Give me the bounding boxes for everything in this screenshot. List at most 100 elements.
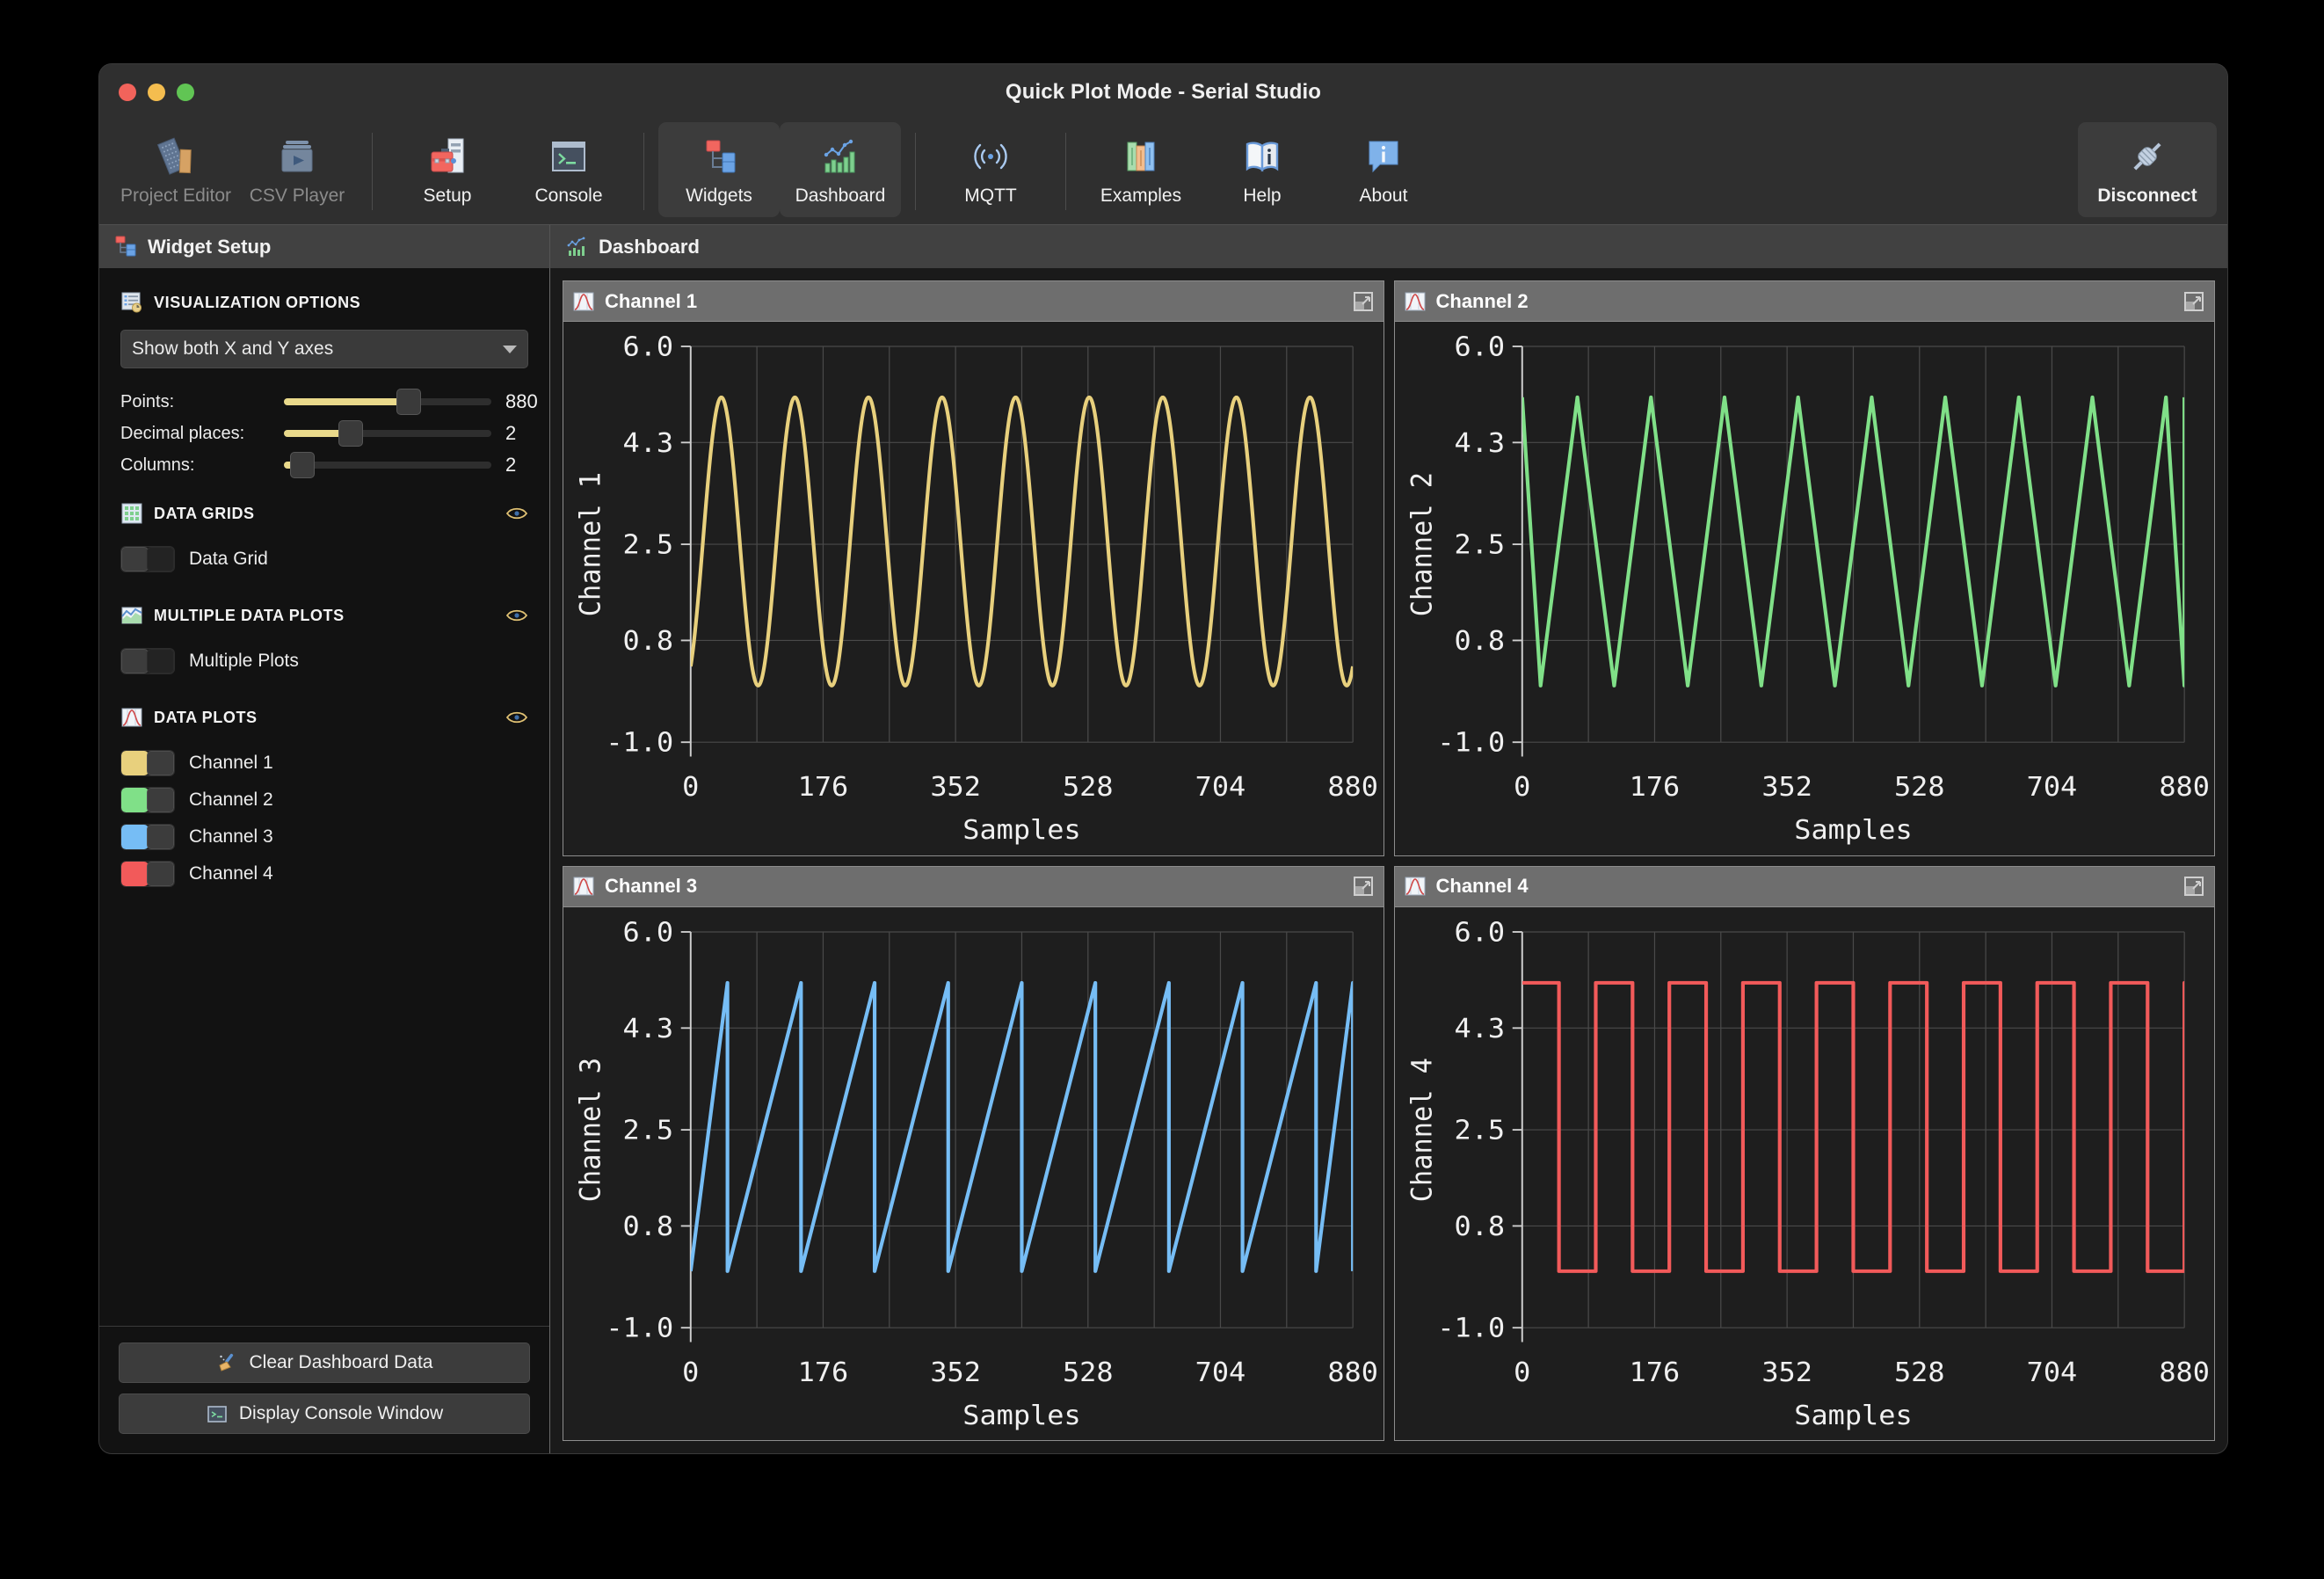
svg-text:6.0: 6.0	[623, 331, 674, 362]
sidebar-scroll-area[interactable]: VISUALIZATION OPTIONS Show both X and Y …	[99, 268, 549, 1326]
svg-text:6.0: 6.0	[623, 917, 674, 948]
widget-channel-4[interactable]: Channel 4 6.0 4.3 2.5 0.8 -1.0 0 176 352 528 704 8…	[1393, 865, 2215, 1441]
eye-icon[interactable]	[505, 608, 528, 622]
connector-plug-icon	[2124, 134, 2170, 179]
disconnect-button[interactable]: Disconnect	[2078, 122, 2217, 217]
expand-icon[interactable]	[1352, 290, 1375, 313]
multiple-data-plots-section: MULTIPLE DATA PLOTS Multiple Plots	[120, 604, 528, 680]
widget-header: Channel 4	[1394, 866, 2214, 907]
points-slider[interactable]	[284, 389, 491, 415]
svg-text:704: 704	[2026, 772, 2077, 803]
slider-handle[interactable]	[290, 452, 316, 478]
svg-text:Channel 4: Channel 4	[1406, 1057, 1439, 1201]
toolbar-item-csv-player[interactable]: CSV Player	[236, 122, 358, 217]
chart-bars-line-icon	[566, 236, 589, 258]
display-console-window-button[interactable]: Display Console Window	[119, 1393, 530, 1434]
widget-title: Channel 1	[605, 289, 698, 312]
widget-setup-title: Widget Setup	[148, 235, 272, 258]
multi-plot-icon	[120, 604, 143, 627]
svg-text:352: 352	[1761, 1357, 1812, 1387]
expand-icon[interactable]	[1352, 875, 1375, 898]
svg-text:176: 176	[798, 1357, 849, 1387]
widget-header: Channel 1	[563, 281, 1384, 322]
svg-text:6.0: 6.0	[1454, 331, 1505, 362]
multiple-plots-row: Multiple Plots	[120, 643, 528, 680]
svg-text:176: 176	[1629, 1357, 1680, 1387]
info-bubble-icon	[1361, 134, 1406, 179]
svg-text:880: 880	[2159, 772, 2210, 803]
dashboard-title: Dashboard	[599, 235, 700, 258]
toolbar-label: Setup	[423, 185, 472, 206]
title-bar: Quick Plot Mode - Serial Studio	[99, 64, 2227, 119]
data-grid-row: Data Grid	[120, 541, 528, 578]
eye-icon[interactable]	[505, 506, 528, 520]
section-label: DATA GRIDS	[154, 504, 255, 522]
window-title: Quick Plot Mode - Serial Studio	[1005, 80, 1322, 104]
toolbar-item-about[interactable]: About	[1323, 122, 1444, 217]
svg-text:0.8: 0.8	[1454, 1211, 1505, 1241]
expand-icon[interactable]	[2182, 290, 2205, 313]
dashboard-grid: Channel 1 6.0 4.3 2.5 0.8 -1.0 0 176 352 528 704 8…	[550, 268, 2227, 1453]
toolbar-item-setup[interactable]: Setup	[387, 122, 508, 217]
svg-text:4.3: 4.3	[1454, 428, 1505, 459]
data-grid-label: Data Grid	[189, 549, 268, 569]
channel-4-toggle[interactable]	[120, 861, 175, 887]
toolbar-item-dashboard[interactable]: Dashboard	[780, 122, 901, 217]
section-title: DATA PLOTS	[120, 706, 528, 729]
decimal-places-value: 2	[505, 422, 517, 444]
toggle-on-fill	[121, 751, 149, 775]
columns-slider[interactable]	[284, 452, 491, 478]
channel-3-label: Channel 3	[189, 826, 273, 847]
options-list-icon	[120, 291, 143, 314]
svg-text:-1.0: -1.0	[606, 727, 673, 758]
columns-value: 2	[505, 454, 517, 476]
toggle-on-fill	[121, 825, 149, 849]
toolbar-item-help[interactable]: Help	[1202, 122, 1323, 217]
terminal-icon	[546, 134, 592, 179]
channel-2-toggle[interactable]	[120, 787, 175, 813]
toolbar-separator	[643, 133, 644, 210]
svg-text:352: 352	[930, 1357, 981, 1387]
decimal-places-slider[interactable]	[284, 420, 491, 447]
channel-1-toggle[interactable]	[120, 750, 175, 776]
widget-channel-3[interactable]: Channel 3 6.0 4.3 2.5 0.8 -1.0 0 176 352 528 704 8…	[563, 865, 1384, 1441]
slider-fill	[284, 398, 409, 405]
expand-icon[interactable]	[2182, 875, 2205, 898]
axis-mode-select[interactable]: Show both X and Y axes	[120, 330, 528, 368]
multiple-plots-toggle[interactable]	[120, 648, 175, 674]
svg-text:Samples: Samples	[1794, 815, 1912, 846]
channel-2-row: Channel 2	[120, 782, 528, 819]
disconnect-label: Disconnect	[2097, 185, 2197, 206]
decimal-places-slider-row: Decimal places: 2	[120, 418, 528, 449]
toolbar-item-widgets[interactable]: Widgets	[658, 122, 780, 217]
svg-text:880: 880	[2159, 1357, 2210, 1387]
points-slider-row: Points: 880	[120, 386, 538, 418]
slider-handle[interactable]	[396, 389, 421, 415]
channel-3-row: Channel 3	[120, 819, 528, 855]
svg-text:0.8: 0.8	[623, 1211, 674, 1241]
section-label: MULTIPLE DATA PLOTS	[154, 606, 345, 624]
toggle-track	[147, 649, 174, 673]
eye-icon[interactable]	[505, 710, 528, 724]
toolbar-item-mqtt[interactable]: MQTT	[930, 122, 1051, 217]
data-grid-toggle[interactable]	[120, 546, 175, 572]
svg-text:352: 352	[930, 772, 981, 803]
svg-text:352: 352	[1761, 772, 1812, 803]
widget-tree-icon	[115, 236, 138, 258]
toolbar-item-project-editor[interactable]: Project Editor	[115, 122, 236, 217]
columns-label: Columns:	[120, 455, 195, 475]
widget-channel-2[interactable]: Channel 2 6.0 4.3 2.5 0.8 -1.0 0 176 352 528 704 8…	[1393, 280, 2215, 856]
channel-3-toggle[interactable]	[120, 824, 175, 850]
svg-text:176: 176	[798, 772, 849, 803]
ruler-document-icon	[153, 134, 199, 179]
grid-table-icon	[120, 502, 143, 525]
widget-header: Channel 3	[563, 866, 1384, 907]
toolbar-item-examples[interactable]: Examples	[1080, 122, 1202, 217]
widget-channel-1[interactable]: Channel 1 6.0 4.3 2.5 0.8 -1.0 0 176 352 528 704 8…	[563, 280, 1384, 856]
sidebar: VISUALIZATION OPTIONS Show both X and Y …	[99, 268, 550, 1453]
clear-dashboard-data-button[interactable]: Clear Dashboard Data	[119, 1343, 530, 1383]
slider-handle[interactable]	[338, 420, 363, 447]
widget-title: Channel 3	[605, 875, 698, 897]
toolbar-item-console[interactable]: Console	[508, 122, 629, 217]
toggle-knob	[147, 751, 174, 775]
